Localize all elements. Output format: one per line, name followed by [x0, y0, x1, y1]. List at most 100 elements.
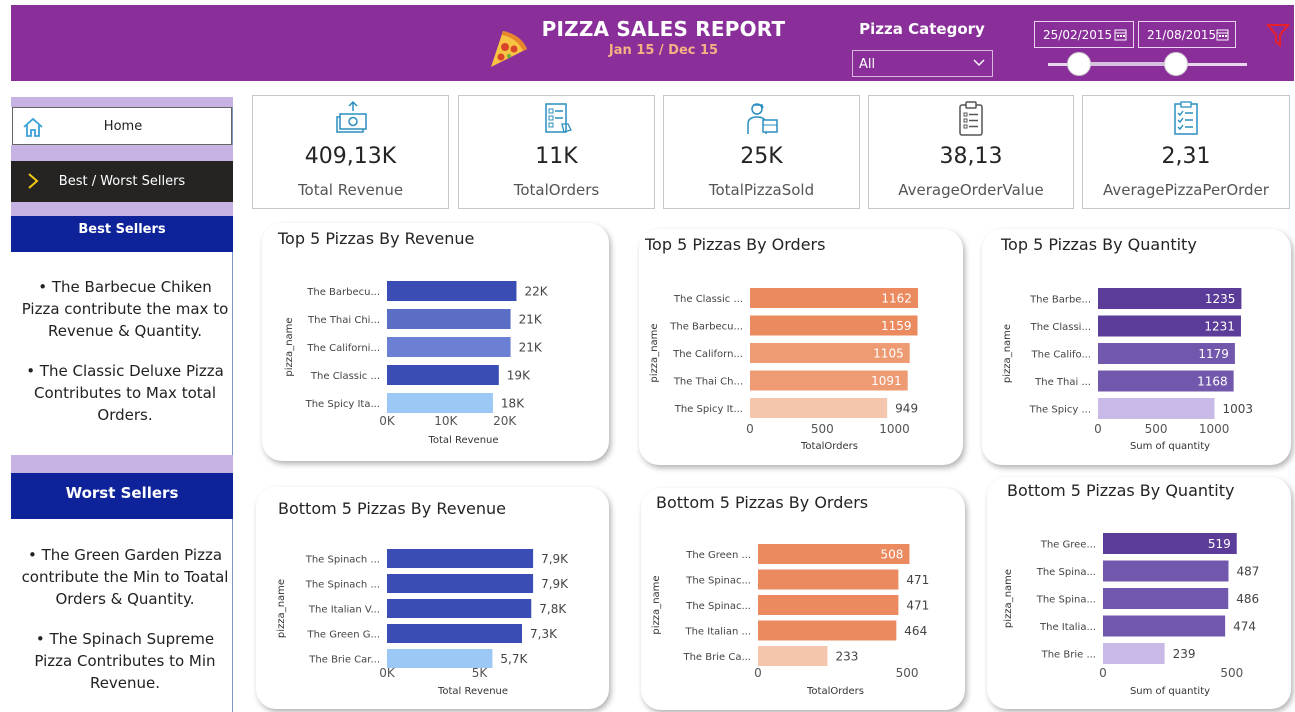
kpi-value: 11K	[535, 144, 578, 169]
data-label: 21K	[519, 341, 543, 355]
x-tick-label: 0	[1094, 422, 1102, 436]
data-label: 5,7K	[500, 652, 528, 666]
data-label: 471	[906, 573, 929, 587]
bar	[387, 309, 511, 329]
x-axis-title: Total Revenue	[427, 435, 498, 446]
data-label: 1168	[1197, 375, 1228, 389]
category-select[interactable]: All	[852, 50, 993, 77]
filter-icon[interactable]	[1266, 22, 1290, 48]
bar	[387, 393, 493, 413]
y-axis-title: pizza_name	[276, 579, 287, 638]
kpi-value: 2,31	[1161, 144, 1211, 169]
date-to-value: 21/08/2015	[1147, 28, 1217, 42]
kpi-label: AverageOrderValue	[898, 181, 1044, 199]
x-tick-label: 0K	[379, 414, 396, 428]
category-label: The Thai Ch...	[673, 377, 743, 388]
category-label: The Californ...	[672, 349, 743, 360]
data-label: 464	[904, 624, 927, 638]
chart-card-top-orders: Top 5 Pizzas By Orders pizza_name The Cla…	[639, 229, 963, 465]
category-label: The Barbe...	[1029, 295, 1091, 306]
category-label: The Barbecu...	[669, 322, 743, 333]
x-tick-label: 1000	[1199, 422, 1230, 436]
date-from-value: 25/02/2015	[1043, 28, 1113, 42]
y-axis-title: pizza_name	[284, 317, 295, 376]
bar-chart-bottom-revenue: pizza_name The Spinach ... 7,9K The Spinach…	[276, 549, 569, 697]
chevron-down-icon	[973, 59, 985, 66]
x-tick-label: 1000	[879, 422, 910, 436]
data-label: 7,8K	[539, 602, 567, 616]
x-tick-label: 5K	[472, 666, 489, 680]
x-tick-label: 0	[746, 422, 754, 436]
data-label: 508	[881, 548, 904, 562]
category-label: The Classic ...	[310, 371, 380, 382]
category-label: The Spina...	[1036, 567, 1096, 578]
chart-card-bottom-orders: Bottom 5 Pizzas By Orders pizza_name The …	[641, 488, 965, 710]
kpi-card-total-pizza-sold: 25K TotalPizzaSold	[663, 95, 860, 209]
category-label: The Califo...	[1031, 350, 1091, 361]
category-label: The Brie Car...	[308, 655, 380, 666]
calendar-icon[interactable]	[1114, 28, 1127, 41]
kpi-value: 38,13	[939, 144, 1003, 169]
sidebar-band	[11, 145, 233, 161]
date-slider-end-handle[interactable]	[1164, 52, 1188, 76]
best-seller-note: • The Barbecue Chiken Pizza contribute t…	[21, 278, 229, 340]
category-label: The Green G...	[306, 630, 380, 641]
data-label: 1231	[1204, 320, 1235, 334]
data-label: 22K	[524, 285, 548, 299]
worst-seller-note: • The Green Garden Pizza contribute the …	[21, 546, 229, 608]
date-from-input[interactable]: 25/02/2015	[1034, 21, 1134, 48]
bar	[758, 595, 899, 615]
bar	[1103, 643, 1165, 664]
home-nav-button[interactable]: Home	[12, 107, 232, 145]
category-label: The Italia...	[1039, 622, 1096, 633]
kpi-value: 25K	[740, 144, 783, 169]
best-sellers-heading: Best Sellers	[11, 216, 233, 252]
delivery-icon	[746, 103, 778, 134]
data-label: 486	[1236, 592, 1259, 606]
kpi-card-average-order-value: 38,13 AverageOrderValue	[868, 95, 1074, 209]
category-label: The Brie ...	[1041, 650, 1096, 661]
bar-chart-top-revenue: pizza_name The Barbecu... 22K The Thai Chi.…	[284, 281, 549, 446]
date-to-input[interactable]: 21/08/2015	[1138, 21, 1236, 48]
category-label: The Barbecu...	[306, 287, 380, 298]
x-axis-title: TotalOrders	[800, 441, 858, 452]
bar	[387, 624, 523, 643]
kpi-value: 409,13K	[304, 144, 397, 169]
category-label: The Green ...	[685, 550, 751, 561]
chart-card-bottom-quantity: Bottom 5 Pizzas By Quantity pizza_name Th…	[987, 477, 1291, 709]
x-tick-label: 0	[1099, 666, 1107, 680]
data-label: 7,3K	[530, 627, 558, 641]
best-seller-note: • The Classic Deluxe Pizza Contributes t…	[26, 362, 224, 424]
data-label: 1003	[1222, 402, 1253, 416]
bar	[387, 281, 517, 301]
date-range-subtitle: Jan 15 / Dec 15	[608, 43, 719, 58]
category-label: The Thai Chi...	[307, 315, 380, 326]
x-tick-label: 500	[1220, 666, 1243, 680]
checklist-icon	[1174, 101, 1198, 135]
bar	[387, 574, 534, 593]
y-axis-title: pizza_name	[649, 323, 660, 382]
kpi-label: Total Revenue	[297, 181, 404, 199]
bar-chart-top-orders: pizza_name The Classic ... 1162 The Barbecu…	[649, 288, 918, 452]
y-axis-title: pizza_name	[651, 575, 662, 634]
bar	[387, 599, 532, 618]
data-label: 949	[895, 402, 918, 416]
category-label: The Classi...	[1030, 322, 1091, 333]
category-label: The Spinach ...	[305, 555, 380, 566]
sidebar-band	[11, 97, 233, 107]
category-filter-label: Pizza Category	[859, 20, 985, 38]
bar	[1098, 398, 1215, 419]
category-label: The Spinac...	[685, 601, 751, 612]
calendar-icon[interactable]	[1216, 28, 1229, 41]
date-slider-start-handle[interactable]	[1067, 52, 1091, 76]
kpi-card-total-revenue: 409,13K Total Revenue	[252, 95, 449, 209]
kpi-card-average-pizza-per-order: 2,31 AveragePizzaPerOrder	[1082, 95, 1290, 209]
chart-card-bottom-revenue: Bottom 5 Pizzas By Revenue pizza_name The…	[256, 487, 609, 709]
x-axis-title: Total Revenue	[437, 686, 508, 697]
data-label: 487	[1236, 565, 1259, 579]
data-label: 471	[906, 599, 929, 613]
data-label: 1235	[1205, 292, 1236, 306]
best-worst-nav-button[interactable]: Best / Worst Sellers	[11, 161, 233, 202]
category-label: The Californi...	[306, 343, 380, 354]
x-axis-title: Sum of quantity	[1130, 686, 1210, 697]
